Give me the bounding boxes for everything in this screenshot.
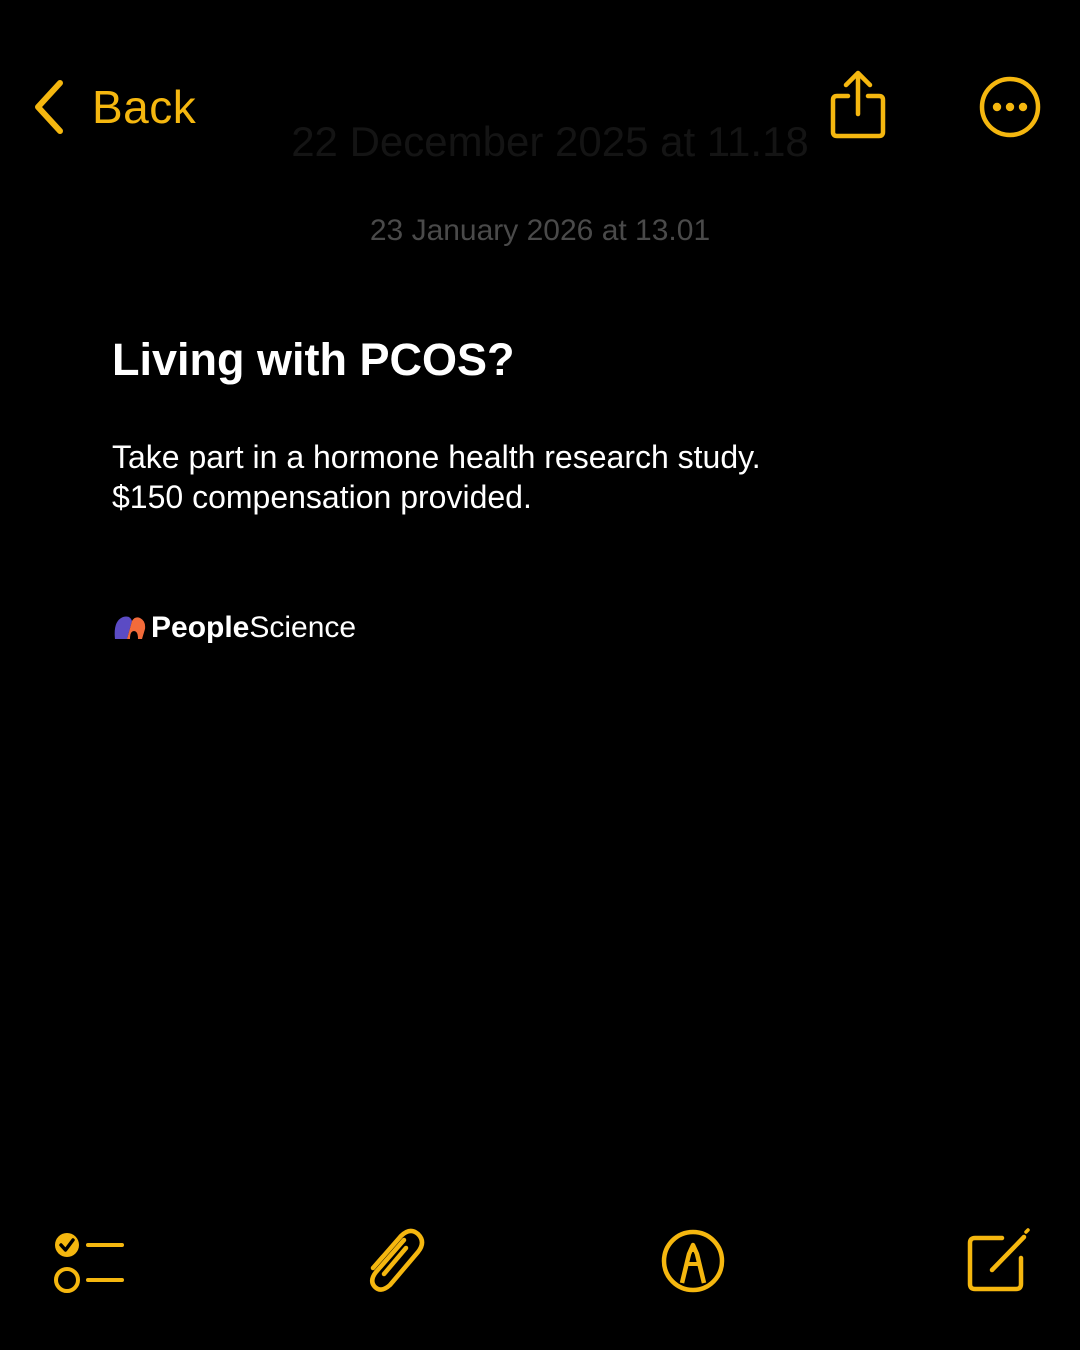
people-science-logo-mark — [114, 616, 146, 639]
markup-pen-icon — [661, 1229, 725, 1293]
checklist-button[interactable] — [52, 1228, 126, 1294]
brand-name-light: Science — [249, 611, 357, 644]
compose-icon — [967, 1228, 1030, 1292]
people-science-logo: People Science — [113, 608, 356, 648]
note-body-line: Take part in a hormone health research s… — [112, 439, 761, 475]
note-body[interactable]: Take part in a hormone health research s… — [112, 437, 761, 517]
ghost-previous-date: 22 December 2025 at 11.18 — [291, 118, 809, 165]
note-title[interactable]: Living with PCOS? — [112, 334, 515, 386]
attachment-button[interactable] — [360, 1226, 430, 1298]
share-icon — [830, 70, 886, 139]
brand-name-bold: People — [151, 611, 250, 644]
ellipsis-circle-icon — [979, 76, 1041, 138]
markup-button[interactable] — [660, 1228, 726, 1294]
checklist-icon — [54, 1233, 124, 1293]
compose-button[interactable] — [964, 1226, 1034, 1296]
more-options-button[interactable] — [978, 75, 1042, 139]
share-button[interactable] — [828, 70, 888, 142]
note-timestamp: 23 January 2026 at 13.01 — [369, 214, 711, 247]
note-body-line: $150 compensation provided. — [112, 479, 532, 515]
paperclip-icon — [370, 1228, 425, 1292]
